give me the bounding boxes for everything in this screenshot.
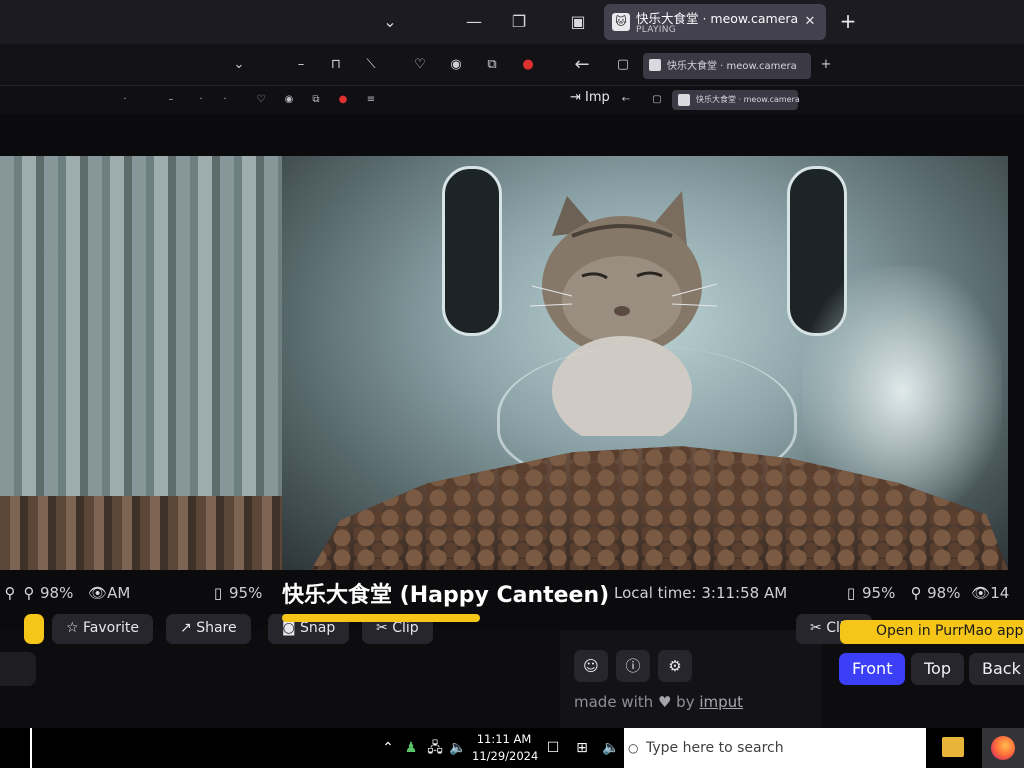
echo-tab-title-small: 快乐大食堂 · meow.camera [696, 95, 800, 104]
back-arrow-icon[interactable]: ← [571, 54, 593, 76]
import-bookmarks[interactable]: ⇥ Imp [570, 90, 610, 105]
minimize-icon: – [168, 94, 174, 105]
close-icon: ⟍ [366, 57, 376, 72]
echo-toolbar-1: ⌄ – ⊓ ⟍ ♡ ◉ ⧉ ● ← ▢ 快乐大食堂 · meow.camera … [0, 44, 1024, 86]
pocket-icon: ♡ [256, 94, 266, 105]
frame-smear-food [0, 496, 282, 570]
pocket-icon[interactable]: ♡ [409, 54, 431, 76]
chevron-down-icon: ⌄ [233, 57, 245, 72]
extensions-icon[interactable]: ⧉ [481, 54, 503, 76]
viewer-count: 14 [990, 584, 1010, 602]
dot-icon: · [123, 94, 127, 105]
search-icon: ○ [628, 741, 639, 755]
extensions-icon: ⧉ [312, 94, 320, 105]
open-app-button[interactable]: Open in PurrMao app [840, 620, 1024, 644]
feeder-window-left [442, 166, 502, 336]
restore-icon[interactable]: ❐ [507, 10, 531, 34]
echo-tab-small: 快乐大食堂 · meow.camera [672, 90, 800, 110]
clock-date: 11/29/2024 [472, 749, 539, 763]
stats-right: ▯ 95% ⚲ 98% 👁14 [843, 584, 1009, 602]
dot-icon: · [199, 94, 203, 105]
taskbar-divider [30, 728, 32, 768]
stream-title: 快乐大食堂 (Happy Canteen) [282, 583, 610, 608]
stat-left-food: ⚲ ⚲ 98% 👁AM [2, 584, 131, 602]
local-time: Local time: 3:11:58 AM [614, 584, 788, 602]
tab-manager-icon[interactable]: ▣ [566, 10, 590, 34]
new-tab-icon: + [820, 57, 832, 72]
food-icon: ⚲ [910, 584, 922, 602]
battery-icon: ▯ [846, 584, 856, 602]
minimize-icon: – [297, 57, 305, 72]
file-explorer-icon[interactable] [942, 737, 964, 757]
tab-manager-icon: ▢ [616, 57, 630, 72]
view-front-button[interactable]: Front [839, 653, 906, 685]
echo-tab: 快乐大食堂 · meow.camera [643, 53, 811, 79]
dot-icon: · [223, 94, 227, 105]
menu-icon: ≡ [366, 94, 376, 105]
view-top-button[interactable]: Top [911, 653, 964, 685]
firefox-icon [991, 736, 1015, 760]
tab-manager-icon: ▢ [652, 94, 662, 105]
stream-stage [0, 114, 1024, 630]
cat-favicon-icon: 🐱 [612, 13, 630, 31]
taskbar-search[interactable]: ○ Type here to search [624, 728, 926, 768]
network-icon[interactable]: 🖧 [425, 738, 445, 758]
echo-toolbar-2: · – · · ♡ ◉ ⧉ ● ≡ ⇥ Imp ← ▢ 快乐大食堂 · meow… [0, 86, 1024, 114]
user-icon[interactable]: ♟ [401, 738, 421, 758]
tab-status: PLAYING [636, 25, 677, 35]
chevron-up-icon[interactable]: ⌃ [378, 738, 398, 758]
close-tab-icon[interactable]: ✕ [800, 12, 820, 32]
browser-tab-active[interactable]: 🐱 快乐大食堂 · meow.camera PLAYING ✕ [604, 4, 826, 40]
food-icon: ⚲ [4, 584, 16, 602]
account-icon: ◉ [284, 94, 294, 105]
taskbar-clock[interactable]: 11:11 AM 11/29/2024 [472, 731, 539, 765]
cat-favicon-icon [678, 94, 690, 106]
author-link[interactable]: imput [699, 693, 743, 711]
new-tab-button[interactable]: + [836, 10, 860, 34]
volume-icon-2[interactable]: 🔈 [601, 738, 621, 758]
chevron-down-icon[interactable]: ⌄ [378, 10, 402, 34]
food-icon-2: ⚲ [23, 584, 35, 602]
restore-icon: ⊓ [330, 57, 342, 72]
heart-icon: ♥ [657, 693, 672, 711]
battery-icon: ▯ [213, 584, 223, 602]
ublock-icon: ● [338, 94, 348, 105]
import-icon: ⇥ [570, 90, 586, 105]
camera-scene [282, 156, 1008, 570]
back-arrow-icon: ← [621, 94, 631, 105]
credits-line: made with ♥ by imput [574, 693, 744, 711]
settings-gear-icon[interactable]: ⚙ [658, 650, 692, 682]
browser-tab-strip: ⌄ — ❐ ▣ 🐱 快乐大食堂 · meow.camera PLAYING ✕ … [0, 0, 1024, 44]
firefox-taskbar-button[interactable] [982, 728, 1024, 768]
volume-icon[interactable]: 🔈 [448, 738, 468, 758]
cat-favicon-icon [649, 59, 661, 71]
account-icon[interactable]: ◉ [445, 54, 467, 76]
stat-left-battery: ▯ 95% [210, 584, 262, 602]
eye-icon: 👁 [971, 584, 991, 602]
discord-icon[interactable]: ☺ [574, 650, 608, 682]
echo-tab-title: 快乐大食堂 · meow.camera [667, 61, 797, 72]
notifications-icon[interactable]: ☐ [543, 738, 563, 758]
clock-time: 11:11 AM [476, 732, 532, 746]
panel-edge [0, 652, 36, 686]
view-back-button[interactable]: Back [969, 653, 1024, 685]
info-icon[interactable]: ⓘ [616, 650, 650, 682]
ublock-icon[interactable]: ● [517, 54, 539, 76]
eye-icon: 👁 [88, 584, 108, 602]
minimize-icon[interactable]: — [462, 10, 486, 34]
windows-start-icon[interactable]: ⊞ [572, 738, 592, 758]
camera-video[interactable] [0, 156, 1008, 570]
